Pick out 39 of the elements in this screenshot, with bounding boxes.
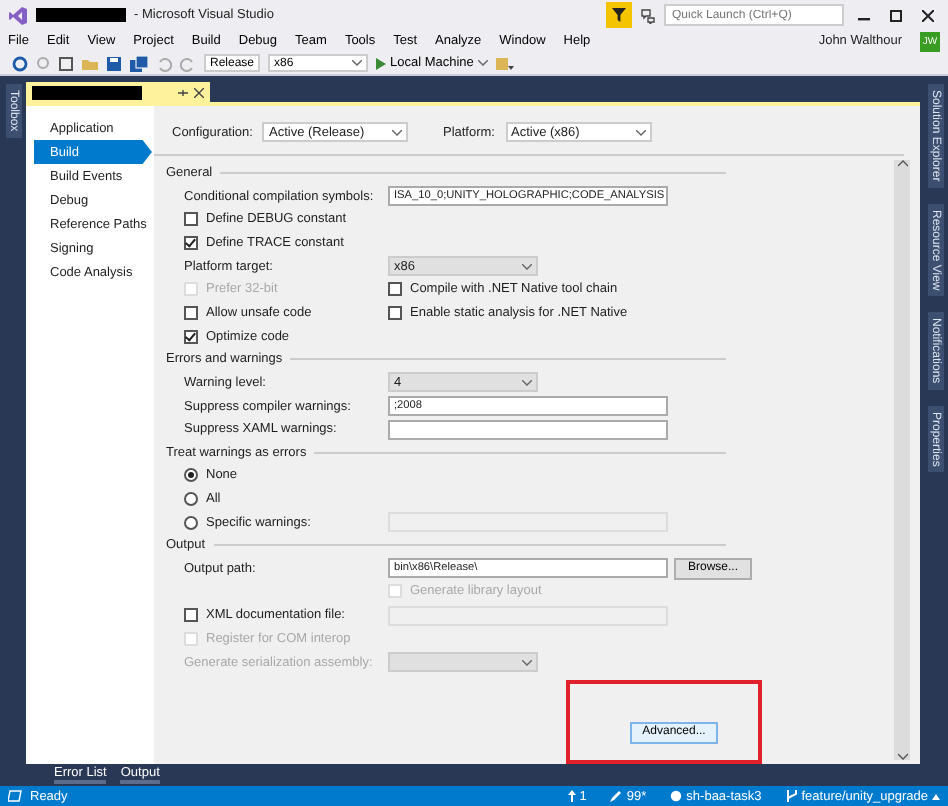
close-icon xyxy=(922,9,934,21)
chevron-down-icon xyxy=(522,379,532,386)
save-all-icon[interactable] xyxy=(130,55,148,71)
redacted-bar xyxy=(36,8,126,22)
play-icon xyxy=(376,57,386,69)
checkbox[interactable] xyxy=(184,329,198,344)
chevron-down-icon xyxy=(522,263,532,270)
chevron-down-icon xyxy=(635,129,645,135)
document-tab[interactable] xyxy=(26,82,210,102)
checkbox[interactable] xyxy=(388,306,402,321)
redacted-bar xyxy=(32,85,142,99)
pencil-icon xyxy=(610,790,623,802)
checkbox[interactable] xyxy=(184,236,198,251)
scrollbar[interactable] xyxy=(894,160,910,760)
chevron-down-icon xyxy=(897,752,907,760)
checkbox[interactable] xyxy=(184,306,198,321)
filter-icon[interactable] xyxy=(606,2,632,28)
checkbox[interactable] xyxy=(388,282,402,297)
chevron-down-icon xyxy=(522,659,532,666)
radio-button[interactable] xyxy=(184,492,198,507)
chevron-down-icon xyxy=(477,60,488,66)
arrow-up-icon xyxy=(567,790,576,802)
maximize-icon xyxy=(890,9,902,21)
app-logo-icon xyxy=(8,5,28,25)
checkbox[interactable] xyxy=(184,608,198,623)
caret-up-icon xyxy=(932,793,940,799)
feedback-icon[interactable] xyxy=(640,7,656,23)
pin-icon[interactable] xyxy=(178,87,188,97)
branch-icon xyxy=(785,790,798,802)
save-icon[interactable] xyxy=(106,55,122,71)
chevron-down-icon xyxy=(392,129,403,135)
radio-button[interactable] xyxy=(184,468,198,483)
radio-button[interactable] xyxy=(184,515,198,530)
chevron-down-icon xyxy=(352,60,362,66)
checkbox[interactable] xyxy=(184,212,198,227)
text-field[interactable] xyxy=(388,419,668,440)
toolbar-options-icon[interactable] xyxy=(495,55,514,71)
chevron-up-icon xyxy=(897,160,907,168)
close-icon[interactable] xyxy=(194,87,204,97)
